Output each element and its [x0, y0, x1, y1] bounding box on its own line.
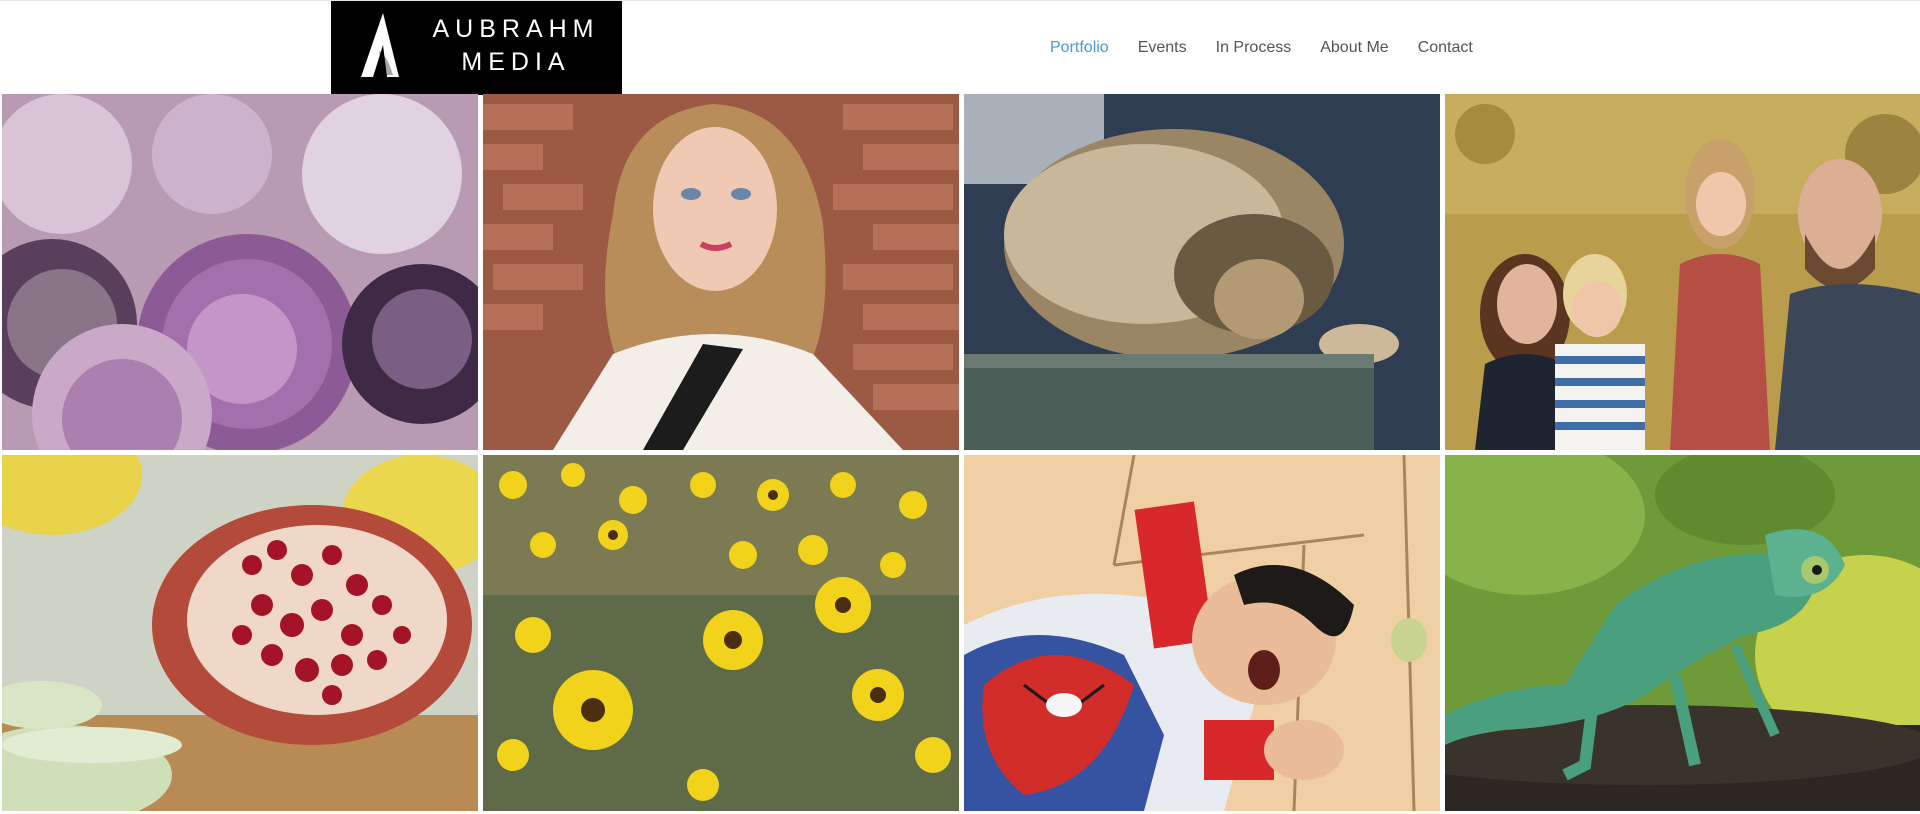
chameleon-image [1445, 455, 1920, 811]
family-image [1445, 94, 1920, 450]
logo-a-icon [361, 13, 399, 77]
gallery-tile-family[interactable] [1445, 94, 1920, 450]
main-nav: Portfolio Events In Process About Me Con… [1050, 1, 1502, 95]
nav-in-process[interactable]: In Process [1216, 39, 1292, 57]
gallery-tile-chameleon[interactable] [1445, 455, 1920, 811]
nav-contact[interactable]: Contact [1418, 39, 1473, 57]
lion-image [964, 94, 1440, 450]
gallery-tile-amethyst[interactable] [2, 94, 478, 450]
logo-line-2: MEDIA [461, 48, 571, 76]
pomegranate-image [2, 455, 478, 811]
nav-portfolio[interactable]: Portfolio [1050, 39, 1109, 57]
gallery-tile-child[interactable] [964, 455, 1440, 811]
nav-events[interactable]: Events [1138, 39, 1187, 57]
child-image [964, 455, 1440, 811]
site-header: AUBRAHM MEDIA Portfolio Events In Proces… [0, 0, 1920, 95]
gallery-tile-wildflowers[interactable] [483, 455, 959, 811]
portrait-image [483, 94, 959, 450]
gallery-tile-lion[interactable] [964, 94, 1440, 450]
gallery-tile-pomegranate[interactable] [2, 455, 478, 811]
gallery-tile-portrait[interactable] [483, 94, 959, 450]
nav-about-me[interactable]: About Me [1320, 39, 1388, 57]
portfolio-gallery [0, 94, 1920, 814]
wildflowers-image [483, 455, 959, 811]
logo-line-1: AUBRAHM [432, 15, 600, 43]
site-logo[interactable]: AUBRAHM MEDIA [331, 1, 622, 95]
amethyst-image [2, 94, 478, 450]
